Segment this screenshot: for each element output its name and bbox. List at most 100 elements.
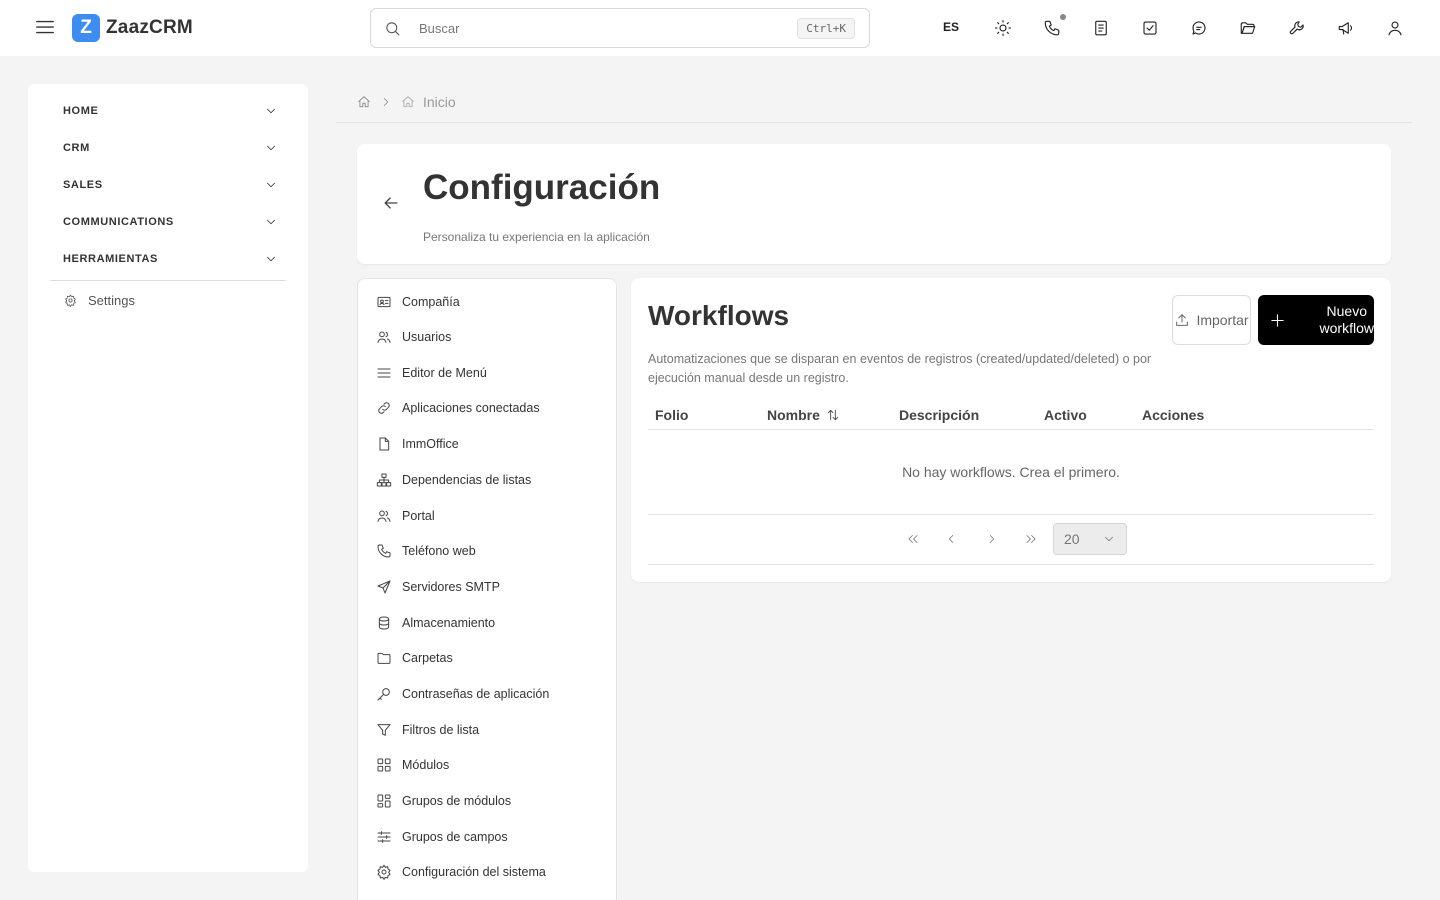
sidebar-item-communications[interactable]: COMMUNICATIONS	[63, 211, 278, 233]
app-logo[interactable]: Z ZaazCRM	[72, 14, 193, 42]
column-header-descripcion[interactable]: Descripción	[899, 407, 979, 423]
search-input[interactable]	[419, 17, 779, 39]
sidebar-item-crm[interactable]: CRM	[63, 137, 278, 159]
left-sidebar: HOME CRM SALES COMMUNICATIONS HERRAMIENT…	[28, 84, 308, 872]
import-label: Importar	[1196, 312, 1249, 328]
notes-icon[interactable]	[1090, 17, 1112, 39]
settings-item-label: Servidores SMTP	[402, 580, 500, 594]
send-icon	[376, 579, 392, 595]
chat-icon[interactable]	[1188, 17, 1210, 39]
settings-item-telefono-web[interactable]: Teléfono web	[376, 541, 476, 561]
settings-item-carpetas[interactable]: Carpetas	[376, 648, 453, 668]
sidebar-item-settings[interactable]: Settings	[64, 293, 135, 308]
language-switcher[interactable]: ES	[943, 20, 959, 34]
last-page-icon[interactable]	[1021, 529, 1041, 549]
column-header-activo[interactable]: Activo	[1044, 407, 1087, 423]
hamburger-menu-icon[interactable]	[34, 16, 56, 38]
page-header: Configuración Personaliza tu experiencia…	[357, 144, 1391, 264]
settings-item-portal[interactable]: Portal	[376, 506, 435, 526]
page-size-value: 20	[1064, 531, 1080, 547]
phone-icon	[376, 543, 392, 559]
settings-item-grupos-de-modulos[interactable]: Grupos de módulos	[376, 791, 511, 811]
settings-item-almacenamiento[interactable]: Almacenamiento	[376, 613, 495, 633]
section-description: Automatizaciones que se disparan en even…	[648, 352, 1152, 385]
settings-item-immoffice[interactable]: ImmOffice	[376, 434, 459, 454]
settings-item-label: Almacenamiento	[402, 616, 496, 630]
link-icon	[376, 400, 392, 416]
settings-item-label: Filtros de lista	[402, 723, 480, 737]
settings-item-editor-de-menu[interactable]: Editor de Menú	[376, 363, 487, 383]
hierarchy-icon	[376, 472, 392, 488]
sidebar-item-label: HERRAMIENTAS	[63, 253, 158, 265]
new-workflow-button[interactable]: Nuevo workflow	[1258, 295, 1374, 345]
logo-mark: Z	[72, 14, 100, 42]
users-icon	[376, 508, 392, 524]
search-icon	[384, 20, 401, 37]
breadcrumb-current: Inicio	[423, 94, 456, 110]
settings-item-label: ImmOffice	[402, 437, 459, 451]
settings-item-label: Editor de Menú	[402, 366, 487, 380]
sidebar-item-sales[interactable]: SALES	[63, 174, 278, 196]
settings-item-configuracion-del-sistema[interactable]: Configuración del sistema	[376, 862, 546, 882]
settings-item-label: Grupos de módulos	[402, 794, 512, 808]
settings-item-aplicaciones-conectadas[interactable]: Aplicaciones conectadas	[376, 398, 540, 418]
settings-item-label: Carpetas	[402, 651, 453, 665]
page-subtitle: Personaliza tu experiencia en la aplicac…	[423, 230, 650, 244]
empty-state: No hay workflows. Crea el primero.	[648, 430, 1374, 515]
home-icon[interactable]	[357, 95, 371, 109]
settings-item-servidores-smtp[interactable]: Servidores SMTP	[376, 577, 500, 597]
table-header: Folio Nombre Descripción Activo Acciones	[648, 405, 1374, 430]
breadcrumb: Inicio	[357, 94, 456, 110]
search-box[interactable]: Ctrl+K	[370, 8, 870, 48]
prev-page-icon[interactable]	[941, 529, 961, 549]
back-arrow-icon[interactable]	[381, 193, 401, 213]
next-page-icon[interactable]	[982, 529, 1002, 549]
notification-dot	[1060, 14, 1066, 20]
settings-menu: Compañía Usuarios Editor de Menú Aplicac…	[357, 278, 617, 900]
user-icon[interactable]	[1384, 17, 1406, 39]
chevron-down-icon	[264, 215, 278, 229]
sidebar-item-herramientas[interactable]: HERRAMIENTAS	[63, 248, 278, 270]
megaphone-icon[interactable]	[1335, 17, 1357, 39]
chevron-down-icon	[264, 178, 278, 192]
folder-open-icon[interactable]	[1237, 17, 1259, 39]
settings-item-label: Teléfono web	[402, 544, 476, 558]
settings-item-modulos[interactable]: Módulos	[376, 755, 449, 775]
sliders-icon	[376, 829, 392, 845]
workflows-panel: Workflows Automatizaciones que se dispar…	[631, 278, 1391, 582]
import-button[interactable]: Importar	[1172, 295, 1251, 345]
top-bar: Z ZaazCRM Ctrl+K ES	[0, 0, 1440, 56]
chevron-down-icon	[264, 141, 278, 155]
gear-icon	[376, 864, 392, 880]
settings-item-label: Usuarios	[402, 330, 452, 344]
settings-item-usuarios[interactable]: Usuarios	[376, 327, 451, 347]
grid-icon	[376, 757, 392, 773]
phone-icon[interactable]	[1041, 17, 1063, 39]
settings-item-dependencias-de-listas[interactable]: Dependencias de listas	[376, 470, 531, 490]
settings-item-label: Contraseñas de aplicación	[402, 687, 550, 701]
settings-item-contrasenas-de-aplicacion[interactable]: Contraseñas de aplicación	[376, 684, 549, 704]
column-header-folio[interactable]: Folio	[655, 407, 688, 423]
settings-item-label: Configuración del sistema	[402, 865, 546, 879]
sidebar-item-label: CRM	[63, 142, 90, 154]
sun-icon[interactable]	[992, 17, 1014, 39]
wrench-icon[interactable]	[1286, 17, 1308, 39]
page-title: Configuración	[423, 168, 661, 207]
home-icon	[401, 95, 415, 109]
sidebar-item-label: Settings	[88, 293, 135, 308]
page-size-select[interactable]: 20	[1053, 523, 1127, 555]
sidebar-item-home[interactable]: HOME	[63, 100, 278, 122]
settings-item-grupos-de-campos[interactable]: Grupos de campos	[376, 827, 508, 847]
settings-item-label: Portal	[402, 509, 435, 523]
settings-item-compania[interactable]: Compañía	[376, 292, 460, 312]
filter-icon	[376, 722, 392, 738]
tasks-icon[interactable]	[1139, 17, 1161, 39]
column-header-nombre[interactable]: Nombre	[767, 407, 840, 423]
search-shortcut-hint: Ctrl+K	[797, 18, 855, 39]
chevron-down-icon	[264, 104, 278, 118]
new-workflow-label: Nuevo workflow	[1319, 303, 1374, 336]
first-page-icon[interactable]	[903, 529, 923, 549]
settings-item-filtros-de-lista[interactable]: Filtros de lista	[376, 720, 479, 740]
upload-icon	[1174, 312, 1190, 328]
sort-icon[interactable]	[826, 408, 840, 422]
